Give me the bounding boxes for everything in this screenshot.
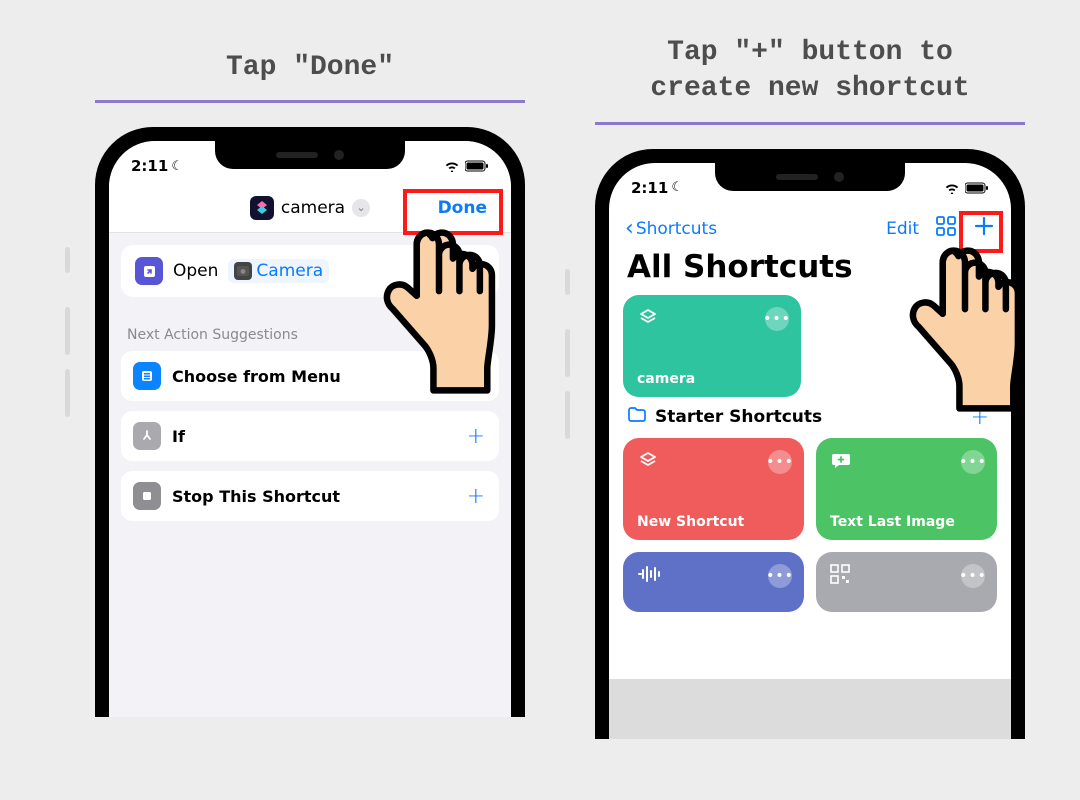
tile-label: New Shortcut <box>637 514 790 530</box>
more-icon[interactable]: ••• <box>768 564 792 588</box>
back-button[interactable]: ‹ Shortcuts <box>625 216 717 241</box>
panel-right: Tap "+" button to create new shortcut 2:… <box>570 35 1050 739</box>
suggestion-row[interactable]: Stop This Shortcut + <box>121 471 499 521</box>
battery-icon <box>465 160 489 172</box>
status-time: 2:11 <box>131 157 168 175</box>
camera-icon <box>234 262 252 280</box>
pointer-hand-icon <box>374 227 504 394</box>
dnd-icon: ☾ <box>671 180 683 195</box>
shortcut-tile[interactable]: ••• <box>816 552 997 612</box>
action-verb: Open <box>173 261 218 281</box>
app-chip[interactable]: Camera <box>228 259 329 283</box>
back-label: Shortcuts <box>636 219 717 239</box>
stop-icon <box>133 482 161 510</box>
divider <box>95 100 525 103</box>
panel-left: Tap "Done" 2:11 ☾ <box>70 50 550 717</box>
chevron-down-icon[interactable]: ⌄ <box>352 199 370 217</box>
grid-view-icon[interactable] <box>935 215 957 243</box>
if-icon <box>133 422 161 450</box>
tile-label: camera <box>637 371 787 387</box>
phone-frame: 2:11 ☾ ‹ Shortcuts <box>595 149 1025 739</box>
phone-side-button <box>565 391 570 439</box>
phone-frame: 2:11 ☾ <box>95 127 525 717</box>
shortcut-tile[interactable]: ••• <box>623 552 804 612</box>
wifi-icon <box>444 160 460 172</box>
suggestion-label: If <box>172 427 185 446</box>
caption-left: Tap "Done" <box>70 50 550 86</box>
phone-side-button <box>65 247 70 273</box>
divider <box>595 122 1025 125</box>
open-app-icon <box>135 257 163 285</box>
phone-side-button <box>65 369 70 417</box>
app-name: Camera <box>256 261 323 281</box>
shortcut-tile[interactable]: ••• Text Last Image <box>816 438 997 540</box>
suggestion-row[interactable]: If + <box>121 411 499 461</box>
phone-notch <box>215 141 405 169</box>
status-time: 2:11 <box>631 179 668 197</box>
pointer-hand-icon <box>900 245 1030 412</box>
menu-icon <box>133 362 161 390</box>
shortcut-tile[interactable]: ••• New Shortcut <box>623 438 804 540</box>
more-icon[interactable]: ••• <box>768 450 792 474</box>
add-icon[interactable]: + <box>467 484 485 509</box>
caption-right: Tap "+" button to create new shortcut <box>570 35 1050 108</box>
add-icon[interactable]: + <box>467 424 485 449</box>
wifi-icon <box>944 182 960 194</box>
shortcuts-app-icon <box>250 196 274 220</box>
shortcut-tile[interactable]: ••• camera <box>623 295 801 397</box>
suggestion-label: Choose from Menu <box>172 367 341 386</box>
battery-icon <box>965 182 989 194</box>
shortcut-title[interactable]: camera <box>281 198 345 218</box>
more-icon[interactable]: ••• <box>765 307 789 331</box>
phone-side-button <box>565 329 570 377</box>
edit-button[interactable]: Edit <box>886 219 919 239</box>
more-icon[interactable]: ••• <box>961 564 985 588</box>
folder-label: Starter Shortcuts <box>655 407 822 427</box>
dnd-icon: ☾ <box>171 159 183 174</box>
chevron-left-icon: ‹ <box>625 216 634 241</box>
phone-side-button <box>65 307 70 355</box>
phone-side-button <box>565 269 570 295</box>
phone-notch <box>715 163 905 191</box>
bottom-sheet <box>609 679 1011 739</box>
suggestion-label: Stop This Shortcut <box>172 487 340 506</box>
library-header: ‹ Shortcuts Edit <box>609 205 1011 249</box>
more-icon[interactable]: ••• <box>961 450 985 474</box>
tile-label: Text Last Image <box>830 514 983 530</box>
folder-icon <box>627 407 647 428</box>
